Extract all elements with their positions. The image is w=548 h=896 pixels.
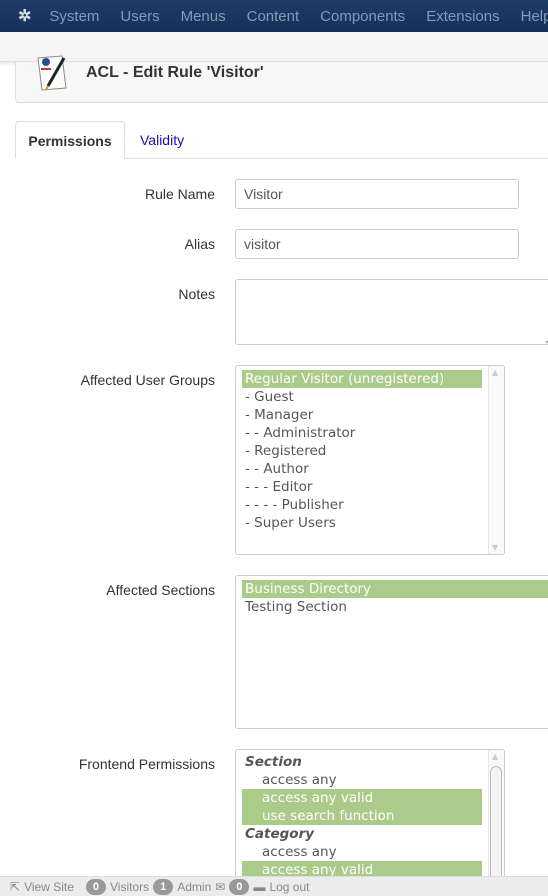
- notes-label: Notes: [178, 286, 215, 302]
- top-navbar: ✲ System Users Menus Content Components …: [0, 0, 548, 32]
- list-option[interactable]: - - - - Publisher: [242, 496, 482, 514]
- list-option[interactable]: - Registered: [242, 442, 482, 460]
- scrollbar[interactable]: ▲ ▼: [488, 366, 504, 554]
- messages-count-badge[interactable]: 0: [229, 878, 250, 895]
- tab-bar: Permissions Validity: [15, 121, 548, 159]
- sections-select[interactable]: Business Directory Testing Section: [235, 575, 548, 729]
- frontend-permissions-select[interactable]: Section access any access any valid use se…: [235, 749, 505, 889]
- logout-link[interactable]: Log out: [269, 880, 309, 894]
- minus-icon: ▬: [253, 879, 266, 894]
- admin-count-badge: 1: [153, 878, 174, 895]
- page-header: ACL - Edit Rule 'Visitor': [15, 55, 548, 103]
- list-option[interactable]: use search function: [242, 807, 482, 825]
- frontend-permissions-label: Frontend Permissions: [78, 756, 215, 772]
- alias-input[interactable]: [235, 229, 519, 259]
- view-site-link[interactable]: View Site: [24, 880, 74, 894]
- menu-content[interactable]: Content: [247, 8, 300, 25]
- menu-components[interactable]: Components: [320, 8, 405, 25]
- option-group-category: Category: [245, 826, 315, 842]
- menu-extensions[interactable]: Extensions: [426, 8, 499, 25]
- rule-name-label: Rule Name: [144, 186, 215, 202]
- notes-textarea[interactable]: [235, 279, 548, 345]
- list-option[interactable]: - - Author: [242, 460, 482, 478]
- list-option[interactable]: access any: [242, 771, 482, 789]
- list-option[interactable]: - - Administrator: [242, 424, 482, 442]
- alias-label: Alias: [184, 236, 215, 252]
- toolbar: [0, 32, 548, 62]
- list-option[interactable]: Testing Section: [242, 598, 548, 616]
- menu-menus[interactable]: Menus: [181, 8, 226, 25]
- groups-label: Affected User Groups: [80, 372, 215, 388]
- status-bar: ⇱ View Site 0 Visitors 1 Admin ✉ 0 ▬ Log…: [0, 876, 548, 896]
- envelope-icon: ✉: [215, 879, 226, 894]
- joomla-logo-icon[interactable]: ✲: [18, 6, 31, 26]
- page-title: ACL - Edit Rule 'Visitor': [86, 64, 264, 81]
- scrollbar-thumb[interactable]: [490, 766, 502, 888]
- list-option[interactable]: Business Directory: [242, 580, 548, 598]
- list-option[interactable]: Regular Visitor (unregistered): [242, 370, 482, 388]
- edit-document-icon: [37, 55, 67, 91]
- menu-help[interactable]: Help: [521, 8, 548, 25]
- list-option[interactable]: - - - Editor: [242, 478, 482, 496]
- visitors-count-badge: 0: [85, 878, 106, 895]
- option-group-section: Section: [245, 754, 302, 770]
- list-option[interactable]: - Guest: [242, 388, 482, 406]
- scrollbar[interactable]: ▲: [488, 750, 504, 888]
- list-option[interactable]: - Manager: [242, 406, 482, 424]
- visitors-label: Visitors: [110, 879, 150, 894]
- sections-label: Affected Sections: [106, 582, 215, 598]
- tab-permissions[interactable]: Permissions: [15, 121, 125, 159]
- rule-name-input[interactable]: [235, 179, 519, 209]
- external-link-icon: ⇱: [10, 879, 21, 894]
- list-option[interactable]: access any valid: [242, 789, 482, 807]
- menu-users[interactable]: Users: [120, 8, 159, 25]
- list-option[interactable]: access any: [242, 843, 482, 861]
- admin-label: Admin: [177, 879, 212, 894]
- user-groups-select[interactable]: Regular Visitor (unregistered) - Guest - M…: [235, 365, 505, 555]
- menu-system[interactable]: System: [49, 8, 99, 25]
- tab-validity[interactable]: Validity: [140, 121, 184, 159]
- list-option[interactable]: - Super Users: [242, 514, 482, 532]
